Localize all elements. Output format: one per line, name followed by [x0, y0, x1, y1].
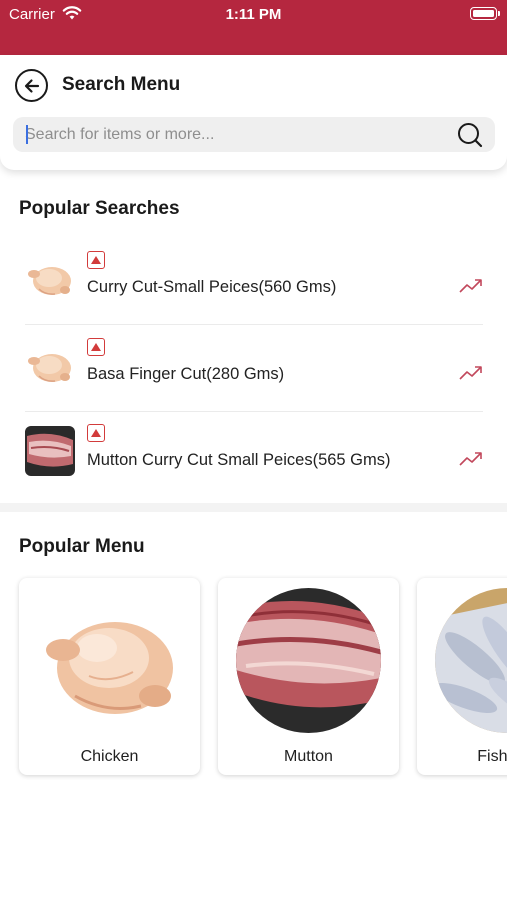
- menu-card-fish[interactable]: Fish & S: [417, 578, 507, 775]
- text-cursor: [26, 125, 28, 144]
- battery-icon: [470, 7, 500, 20]
- search-icon[interactable]: [457, 122, 483, 148]
- mutton-image: [236, 588, 381, 733]
- menu-card-label: Fish & S: [477, 748, 507, 765]
- non-veg-icon: [87, 251, 105, 269]
- trending-icon: [459, 279, 482, 293]
- menu-card-label: Chicken: [80, 748, 139, 765]
- menu-card-mutton[interactable]: Mutton: [218, 578, 399, 775]
- trending-icon: [459, 366, 482, 380]
- clock: 1:11 PM: [225, 6, 282, 23]
- item-name: Curry Cut-Small Peices(560 Gms): [87, 278, 337, 296]
- arrow-left-icon: [24, 78, 39, 93]
- search-input[interactable]: [25, 117, 445, 152]
- non-veg-icon: [87, 338, 105, 356]
- search-bar[interactable]: [13, 117, 495, 152]
- trending-icon: [459, 452, 482, 466]
- popular-search-item[interactable]: Curry Cut-Small Peices(560 Gms): [25, 239, 483, 325]
- fish-image: [435, 588, 507, 733]
- item-name: Mutton Curry Cut Small Peices(565 Gms): [87, 451, 391, 469]
- chicken-thumbnail: [25, 340, 75, 390]
- popular-menu-carousel[interactable]: Chicken Mutton Fish: [0, 575, 507, 780]
- chicken-thumbnail: [25, 253, 75, 303]
- popular-menu-title: Popular Menu: [19, 536, 145, 557]
- back-button[interactable]: [15, 69, 48, 102]
- status-bar: Carrier 1:11 PM: [0, 0, 507, 55]
- page-title: Search Menu: [62, 74, 181, 95]
- menu-card-chicken[interactable]: Chicken: [19, 578, 200, 775]
- section-divider: [0, 503, 507, 512]
- menu-card-label: Mutton: [284, 748, 333, 765]
- popular-search-item[interactable]: Mutton Curry Cut Small Peices(565 Gms): [25, 412, 483, 498]
- popular-search-item[interactable]: Basa Finger Cut(280 Gms): [25, 326, 483, 412]
- mutton-thumbnail: [25, 426, 75, 476]
- chicken-image: [37, 588, 182, 733]
- popular-searches-title: Popular Searches: [19, 198, 180, 219]
- non-veg-icon: [87, 424, 105, 442]
- item-name: Basa Finger Cut(280 Gms): [87, 365, 285, 383]
- divider: [25, 324, 483, 325]
- search-header: Search Menu: [0, 55, 507, 170]
